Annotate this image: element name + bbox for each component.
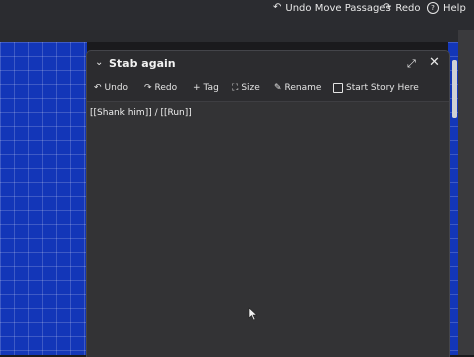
size-icon: ⛶: [232, 83, 239, 93]
redo-label: Redo: [395, 2, 421, 14]
scrollbar[interactable]: [452, 60, 457, 118]
passage-edit-dialog: ⌄ Stab again ⤢ ✕ ↶ Undo ↷ Redo + Tag ⛶ S…: [86, 50, 450, 357]
dialog-redo-button[interactable]: ↷ Redo: [144, 83, 177, 93]
window-edge: [458, 30, 474, 355]
passage-text-area[interactable]: [[Shank him]] / [[Run]]: [87, 101, 449, 357]
toolbar-gap: [0, 30, 474, 42]
start-story-label: Start Story Here: [346, 83, 419, 93]
help-icon: ?: [427, 2, 439, 14]
plus-icon: +: [193, 83, 201, 93]
collapse-chevron-icon[interactable]: ⌄: [95, 57, 103, 68]
maximize-icon[interactable]: ⤢: [407, 57, 416, 71]
top-toolbar: ↶ Undo Move Passages ↷ Redo ? Help: [0, 0, 474, 31]
redo-icon: ↷: [144, 83, 152, 93]
size-label: Size: [241, 83, 260, 93]
dialog-undo-button[interactable]: ↶ Undo: [94, 83, 128, 93]
dialog-header: ⌄ Stab again ⤢ ✕: [87, 51, 449, 77]
undo-icon: ↶: [94, 83, 102, 93]
start-story-button[interactable]: Start Story Here: [333, 83, 419, 93]
redo-icon: ↷: [383, 2, 392, 13]
help-label: Help: [443, 2, 466, 14]
dialog-toolbar: ↶ Undo ↷ Redo + Tag ⛶ Size ✎ Rename Star…: [87, 79, 449, 101]
undo-icon: ↶: [273, 2, 282, 13]
tag-button[interactable]: + Tag: [193, 83, 219, 93]
size-button[interactable]: ⛶ Size: [232, 83, 260, 93]
undo-move-button[interactable]: ↶ Undo Move Passages: [273, 0, 391, 16]
checkbox-icon: [333, 83, 343, 93]
dialog-undo-label: Undo: [104, 83, 129, 93]
mouse-cursor-icon: [248, 307, 258, 321]
rename-icon: ✎: [274, 83, 282, 93]
help-button[interactable]: ? Help: [427, 0, 466, 16]
passage-text: [[Shank him]] / [[Run]]: [90, 108, 192, 118]
undo-move-label: Undo Move Passages: [285, 2, 391, 14]
redo-button[interactable]: ↷ Redo: [383, 0, 421, 16]
story-map-grid[interactable]: [0, 42, 87, 355]
tag-label: Tag: [203, 83, 219, 93]
dialog-redo-label: Redo: [154, 83, 178, 93]
rename-button[interactable]: ✎ Rename: [274, 83, 321, 93]
dialog-title: Stab again: [109, 57, 176, 70]
close-icon[interactable]: ✕: [429, 55, 440, 70]
rename-label: Rename: [284, 83, 322, 93]
